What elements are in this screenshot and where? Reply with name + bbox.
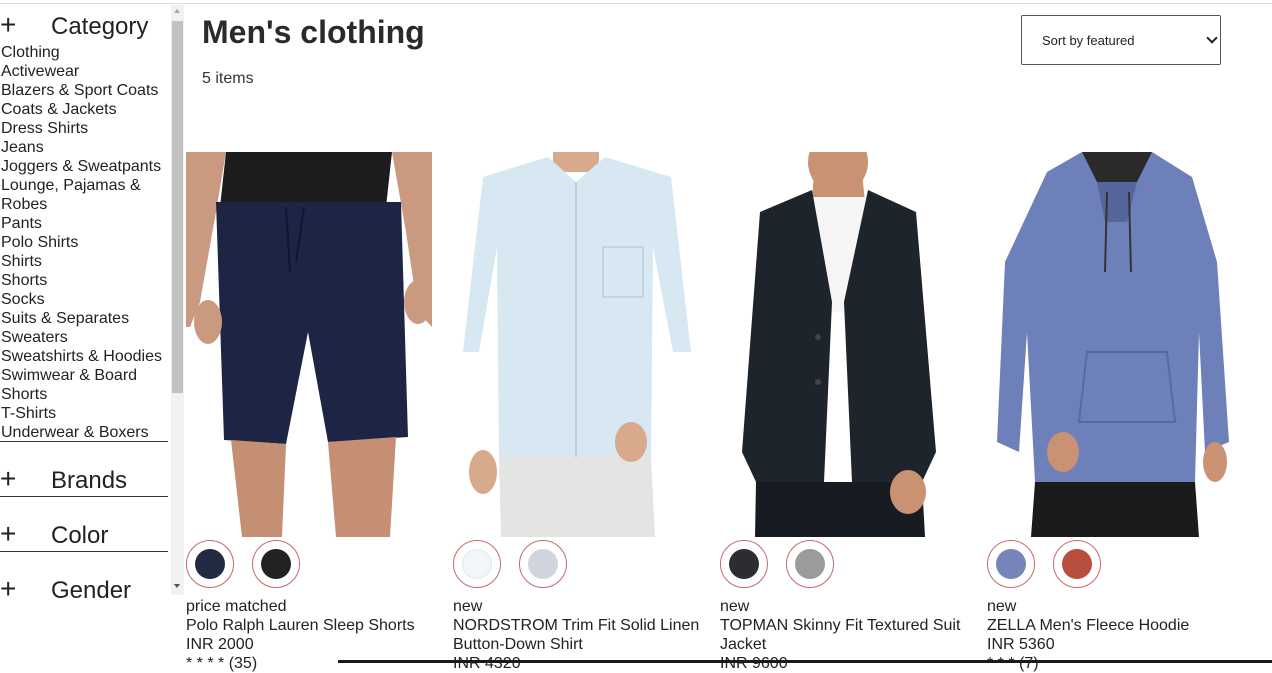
- category-item[interactable]: Socks: [1, 290, 169, 309]
- color-swatch[interactable]: [720, 540, 768, 588]
- facet-divider: [0, 551, 168, 552]
- category-item[interactable]: Lounge, Pajamas &: [1, 176, 169, 195]
- plus-icon: +: [0, 463, 17, 494]
- product-card[interactable]: new NORDSTROM Trim Fit Solid Linen Butto…: [453, 152, 708, 673]
- product-name[interactable]: TOPMAN Skinny Fit Textured Suit: [720, 616, 975, 635]
- product-rating: * * * (7): [987, 655, 1039, 672]
- product-price: INR 5360: [987, 636, 1055, 653]
- color-swatches: [186, 537, 441, 597]
- swatch-color-dot: [795, 549, 825, 579]
- category-item[interactable]: Sweatshirts & Hoodies: [1, 347, 169, 366]
- product-name-line2[interactable]: Jacket: [720, 635, 975, 654]
- category-list: Clothing Activewear Blazers & Sport Coat…: [1, 43, 169, 442]
- category-item[interactable]: Suits & Separates: [1, 309, 169, 328]
- color-swatch[interactable]: [186, 540, 234, 588]
- facet-category-header[interactable]: + Category: [0, 8, 168, 48]
- category-item[interactable]: Swimwear & Board: [1, 366, 169, 385]
- scroll-down-arrow-icon[interactable]: [174, 584, 180, 588]
- color-swatch[interactable]: [987, 540, 1035, 588]
- product-tag: new: [720, 598, 750, 615]
- product-price: INR 2000: [186, 636, 254, 653]
- color-swatch[interactable]: [252, 540, 300, 588]
- product-card[interactable]: new ZELLA Men's Fleece Hoodie INR 5360 *…: [987, 152, 1242, 673]
- swatch-color-dot: [195, 549, 225, 579]
- product-name[interactable]: NORDSTROM Trim Fit Solid Linen: [453, 616, 708, 635]
- product-name[interactable]: Polo Ralph Lauren Sleep Shorts: [186, 616, 441, 635]
- color-swatch[interactable]: [1053, 540, 1101, 588]
- product-rating: * * * * (35): [186, 655, 258, 672]
- category-item[interactable]: Dress Shirts: [1, 119, 169, 138]
- product-price: INR 4320: [453, 655, 521, 672]
- facet-brands-title: Brands: [51, 467, 128, 494]
- item-count: 5 items: [202, 70, 254, 87]
- page-title: Men's clothing: [202, 14, 425, 50]
- category-item[interactable]: T-Shirts: [1, 404, 169, 423]
- color-swatches: [720, 537, 975, 597]
- facet-color-title: Color: [51, 522, 109, 549]
- category-item[interactable]: Shorts: [1, 271, 169, 290]
- sort-dropdown[interactable]: Sort by featured: [1021, 15, 1221, 65]
- category-item[interactable]: Clothing: [1, 43, 169, 62]
- product-image-fleece-hoodie[interactable]: [987, 152, 1233, 537]
- product-name-line2[interactable]: Button-Down Shirt: [453, 635, 708, 654]
- plus-icon: +: [0, 9, 17, 40]
- category-item[interactable]: Robes: [1, 195, 169, 214]
- product-image-suit-jacket[interactable]: [720, 152, 966, 537]
- swatch-color-dot: [729, 549, 759, 579]
- product-name[interactable]: ZELLA Men's Fleece Hoodie: [987, 616, 1242, 635]
- plus-icon: +: [0, 518, 17, 549]
- facet-divider: [0, 496, 168, 497]
- product-tag: new: [453, 598, 483, 615]
- product-image-sleep-shorts[interactable]: [186, 152, 432, 537]
- category-item[interactable]: Joggers & Sweatpants: [1, 157, 169, 176]
- product-price: INR 9600: [720, 655, 788, 672]
- chevron-down-icon: [1206, 32, 1218, 44]
- color-swatch[interactable]: [453, 540, 501, 588]
- color-swatch[interactable]: [786, 540, 834, 588]
- swatch-color-dot: [996, 549, 1026, 579]
- color-swatches: [987, 537, 1242, 597]
- category-item[interactable]: Jeans: [1, 138, 169, 157]
- product-tag: new: [987, 598, 1017, 615]
- category-item[interactable]: Coats & Jackets: [1, 100, 169, 119]
- product-image-linen-shirt[interactable]: [453, 152, 699, 537]
- facet-gender-header[interactable]: + Gender: [0, 572, 168, 601]
- swatch-color-dot: [1062, 549, 1092, 579]
- category-item[interactable]: Underwear & Boxers: [1, 423, 169, 442]
- color-swatches: [453, 537, 708, 597]
- swatch-color-dot: [528, 549, 558, 579]
- swatch-color-dot: [261, 549, 291, 579]
- product-tag: price matched: [186, 598, 287, 615]
- facet-category-title: Category: [51, 13, 149, 40]
- scroll-up-arrow-icon[interactable]: [174, 9, 180, 13]
- category-item[interactable]: Pants: [1, 214, 169, 233]
- sort-selected-value: Sort by featured: [1042, 33, 1135, 48]
- filter-sidebar: + Category Clothing Activewear Blazers &…: [0, 0, 184, 600]
- category-item[interactable]: Shirts: [1, 252, 169, 271]
- category-item[interactable]: Sweaters: [1, 328, 169, 347]
- category-item[interactable]: Activewear: [1, 62, 169, 81]
- scrollbar-thumb[interactable]: [172, 21, 183, 393]
- product-card[interactable]: price matched Polo Ralph Lauren Sleep Sh…: [186, 152, 441, 673]
- top-border: [0, 3, 1272, 4]
- category-item[interactable]: Blazers & Sport Coats: [1, 81, 169, 100]
- category-item[interactable]: Polo Shirts: [1, 233, 169, 252]
- sidebar-scrollbar[interactable]: [171, 5, 184, 595]
- swatch-color-dot: [462, 549, 492, 579]
- category-item[interactable]: Shorts: [1, 385, 169, 404]
- product-card[interactable]: new TOPMAN Skinny Fit Textured Suit Jack…: [720, 152, 975, 673]
- facet-divider: [0, 441, 168, 442]
- color-swatch[interactable]: [519, 540, 567, 588]
- plus-icon: +: [0, 573, 17, 601]
- facet-gender-title: Gender: [51, 577, 132, 600]
